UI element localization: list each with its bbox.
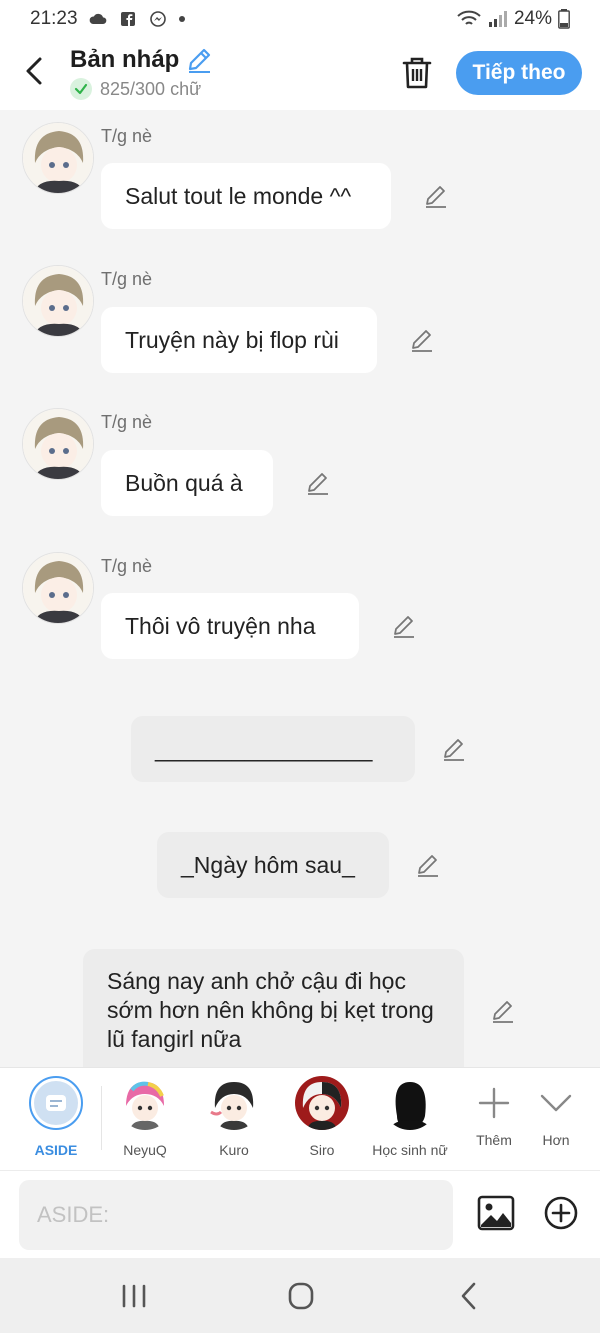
plus-icon (478, 1087, 510, 1119)
author-avatar[interactable] (22, 408, 94, 480)
status-bar: 21:23 24% (0, 0, 600, 38)
character-siro[interactable]: Siro (282, 1076, 362, 1158)
edit-message-icon[interactable] (409, 327, 435, 353)
recent-apps-icon[interactable] (114, 1280, 154, 1312)
character-avatar (383, 1076, 437, 1130)
edit-message-icon[interactable] (490, 998, 516, 1024)
character-divider (101, 1086, 102, 1150)
trash-icon (402, 57, 432, 89)
aside-avatar (29, 1076, 83, 1130)
chat-message: T/g nè Buồn quá à (0, 396, 600, 526)
insert-image-button[interactable] (477, 1195, 515, 1231)
kuro-avatar-image (207, 1076, 261, 1130)
chat-message: T/g nè Salut tout le monde ^^ (0, 110, 600, 240)
message-bubble[interactable]: Truyện này bị flop rùi (101, 307, 377, 373)
home-icon[interactable] (281, 1280, 321, 1312)
next-button[interactable]: Tiếp theo (456, 51, 582, 95)
plus-circle-icon (544, 1196, 578, 1230)
edit-message-icon[interactable] (441, 736, 467, 762)
author-avatar-image (23, 409, 93, 479)
page-title: Bản nháp (70, 46, 180, 73)
back-nav-icon[interactable] (449, 1280, 489, 1312)
chat-message: T/g nè Truyện này bị flop rùi (0, 253, 600, 383)
facebook-icon (120, 12, 135, 26)
messenger-icon (149, 11, 166, 27)
edit-message-icon[interactable] (391, 613, 417, 639)
back-button[interactable] (18, 54, 52, 88)
chevron-left-icon (26, 57, 42, 85)
aside-bubble[interactable]: Sáng nay anh chở cậu đi học sớm hơn nên … (83, 949, 464, 1067)
system-nav-bar (0, 1258, 600, 1333)
delete-button[interactable] (400, 55, 434, 91)
aside-bubble[interactable]: _Ngày hôm sau_ (157, 832, 389, 898)
signal-icon (488, 11, 507, 27)
character-label: Siro (309, 1142, 335, 1158)
chat-area[interactable]: T/g nè Salut tout le monde ^^ T/g nè Tru… (0, 110, 600, 1067)
battery-icon (558, 9, 570, 29)
word-count: 825/300 chữ (100, 78, 202, 99)
aside-icon (34, 1081, 78, 1125)
message-bubble[interactable]: Buồn quá à (101, 450, 273, 516)
character-bar: ASIDE NeyuQ Kuro Siro Học sinh nữ Thêm H… (0, 1067, 600, 1170)
siro-avatar-image (295, 1076, 349, 1130)
chevron-down-icon (540, 1094, 572, 1112)
wifi-icon (457, 10, 481, 25)
status-left: 21:23 (30, 8, 186, 30)
more-label: Hơn (542, 1132, 570, 1148)
character-avatar (295, 1076, 349, 1130)
neyuq-avatar-image (118, 1076, 172, 1130)
chevron-wrap (529, 1076, 583, 1130)
author-avatar-image (23, 266, 93, 336)
more-characters-button[interactable]: Hơn (516, 1076, 596, 1148)
input-bar (0, 1170, 600, 1258)
author-avatar[interactable] (22, 552, 94, 624)
edit-message-icon[interactable] (415, 852, 441, 878)
sender-name: T/g nè (101, 269, 153, 289)
edit-message-icon[interactable] (305, 470, 331, 496)
edit-message-icon[interactable] (423, 183, 449, 209)
author-avatar[interactable] (22, 122, 94, 194)
author-avatar-image (23, 553, 93, 623)
author-avatar-image (23, 123, 93, 193)
status-time: 21:23 (30, 8, 78, 29)
message-input[interactable] (19, 1180, 453, 1250)
title-row: Bản nháp (70, 46, 213, 74)
character-label: NeyuQ (123, 1142, 167, 1158)
character-avatar (207, 1076, 261, 1130)
character-neyuq[interactable]: NeyuQ (105, 1076, 185, 1158)
sender-name: T/g nè (101, 412, 153, 432)
cloud-icon (89, 13, 106, 24)
message-bubble[interactable]: Salut tout le monde ^^ (101, 163, 391, 229)
edit-title-icon[interactable] (185, 46, 213, 74)
character-hoc-sinh-nu[interactable]: Học sinh nữ (372, 1076, 448, 1158)
dot-icon (178, 16, 185, 22)
title-block: Bản nháp 825/300 chữ (70, 46, 213, 100)
sender-name: T/g nè (101, 126, 153, 146)
sender-name: T/g nè (101, 556, 153, 576)
character-avatar (118, 1076, 172, 1130)
message-bubble[interactable]: Thôi vô truyện nha (101, 593, 359, 659)
character-aside[interactable]: ASIDE (16, 1076, 96, 1158)
silhouette-avatar-image (383, 1076, 437, 1130)
chat-message: T/g nè Thôi vô truyện nha (0, 540, 600, 670)
image-icon (477, 1195, 515, 1231)
aside-bubble[interactable]: _________________ (131, 716, 415, 782)
app-header: Bản nháp 825/300 chữ Tiếp theo (0, 38, 600, 110)
add-button[interactable] (543, 1195, 579, 1231)
word-count-row: 825/300 chữ (70, 78, 213, 100)
character-label: ASIDE (34, 1142, 78, 1158)
character-label: Học sinh nữ (372, 1142, 448, 1158)
author-avatar[interactable] (22, 265, 94, 337)
plus-wrap (467, 1076, 521, 1130)
character-kuro[interactable]: Kuro (194, 1076, 274, 1158)
battery-text: 24% (513, 8, 552, 29)
character-label: Kuro (219, 1142, 249, 1158)
check-icon (70, 78, 92, 100)
status-right: 24% (456, 8, 570, 30)
